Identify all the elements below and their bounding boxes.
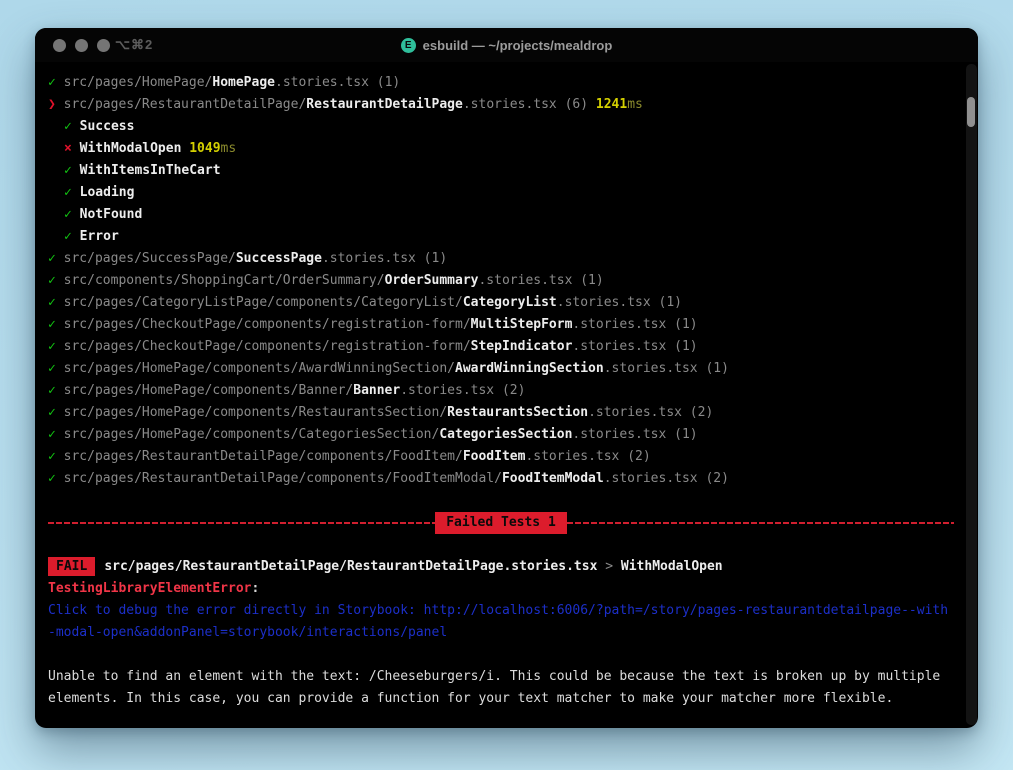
test-row: ✓ src/pages/HomePage/HomePage.stories.ts…	[48, 72, 954, 94]
check-icon: ✓	[48, 75, 64, 90]
check-icon: ✓	[48, 405, 64, 420]
test-row: ❯ src/pages/RestaurantDetailPage/Restaur…	[48, 94, 954, 116]
check-icon: ✓	[64, 119, 80, 134]
test-row: ✓ src/pages/CategoryListPage/components/…	[48, 292, 954, 314]
fail-test-name: WithModalOpen	[621, 559, 723, 574]
check-icon: ✓	[48, 339, 64, 354]
test-row: ✓ src/pages/CheckoutPage/components/regi…	[48, 336, 954, 358]
storybook-debug-link[interactable]: Click to debug the error directly in Sto…	[48, 600, 954, 644]
test-row: ✓ src/pages/RestaurantDetailPage/compone…	[48, 468, 954, 490]
check-icon: ✓	[48, 295, 64, 310]
zoom-button[interactable]	[97, 39, 110, 52]
check-icon: ✓	[64, 185, 80, 200]
error-message: Unable to find an element with the text:…	[48, 666, 954, 710]
test-row: ✓ WithItemsInTheCart	[64, 160, 954, 182]
check-icon: ✓	[48, 273, 64, 288]
test-row: ✓ src/pages/HomePage/components/Categori…	[48, 424, 954, 446]
check-icon: ✓	[48, 383, 64, 398]
chevron-right-icon: ❯	[48, 97, 64, 112]
error-name: TestingLibraryElementError	[48, 581, 252, 596]
traffic-lights	[53, 28, 110, 62]
test-row: ✓ src/pages/RestaurantDetailPage/compone…	[48, 446, 954, 468]
test-row: ✓ src/pages/CheckoutPage/components/regi…	[48, 314, 954, 336]
scrollbar-track[interactable]	[966, 64, 977, 725]
test-row: ✓ src/pages/SuccessPage/SuccessPage.stor…	[48, 248, 954, 270]
test-row: ✓ Error	[64, 226, 954, 248]
test-row: ✓ NotFound	[64, 204, 954, 226]
test-row: ✓ Success	[64, 116, 954, 138]
check-icon: ✓	[48, 361, 64, 376]
titlebar[interactable]: ⌥⌘2 E esbuild — ~/projects/mealdrop	[35, 28, 978, 62]
fail-badge: FAIL	[48, 557, 95, 576]
test-row: ✓ src/pages/HomePage/components/AwardWin…	[48, 358, 954, 380]
error-colon: :	[252, 581, 260, 596]
failed-tests-badge: Failed Tests 1	[435, 512, 567, 534]
window-title: E esbuild — ~/projects/mealdrop	[401, 38, 613, 53]
divider-dash-left	[48, 522, 435, 524]
scrollbar-thumb[interactable]	[967, 97, 975, 127]
test-row: ✓ src/pages/HomePage/components/Banner/B…	[48, 380, 954, 402]
check-icon: ✓	[48, 471, 64, 486]
window-title-text: esbuild — ~/projects/mealdrop	[423, 38, 613, 53]
fail-header-line: FAIL src/pages/RestaurantDetailPage/Resta…	[48, 556, 954, 578]
close-button[interactable]	[53, 39, 66, 52]
blank-line	[48, 644, 954, 666]
check-icon: ✓	[64, 163, 80, 178]
check-icon: ✓	[48, 427, 64, 442]
divider-dash-right	[567, 522, 954, 524]
error-name-line: TestingLibraryElementError:	[48, 578, 954, 600]
terminal-output: ✓ src/pages/HomePage/HomePage.stories.ts…	[35, 62, 978, 710]
test-row: ✓ src/pages/HomePage/components/Restaura…	[48, 402, 954, 424]
failed-tests-divider: Failed Tests 1	[48, 512, 954, 534]
fail-separator: >	[597, 559, 620, 574]
test-row: × WithModalOpen 1049ms	[64, 138, 954, 160]
test-row: ✓ Loading	[64, 182, 954, 204]
cross-icon: ×	[64, 141, 80, 156]
esbuild-icon: E	[401, 38, 416, 53]
check-icon: ✓	[48, 317, 64, 332]
fail-file-path: src/pages/RestaurantDetailPage/Restauran…	[104, 559, 597, 574]
test-row: ✓ src/components/ShoppingCart/OrderSumma…	[48, 270, 954, 292]
check-icon: ✓	[48, 251, 64, 266]
tab-shortcut-label: ⌥⌘2	[115, 28, 153, 62]
check-icon: ✓	[64, 207, 80, 222]
test-rows: ✓ src/pages/HomePage/HomePage.stories.ts…	[48, 72, 954, 490]
check-icon: ✓	[48, 449, 64, 464]
minimize-button[interactable]	[75, 39, 88, 52]
terminal-window: ⌥⌘2 E esbuild — ~/projects/mealdrop ✓ sr…	[35, 28, 978, 728]
check-icon: ✓	[64, 229, 80, 244]
